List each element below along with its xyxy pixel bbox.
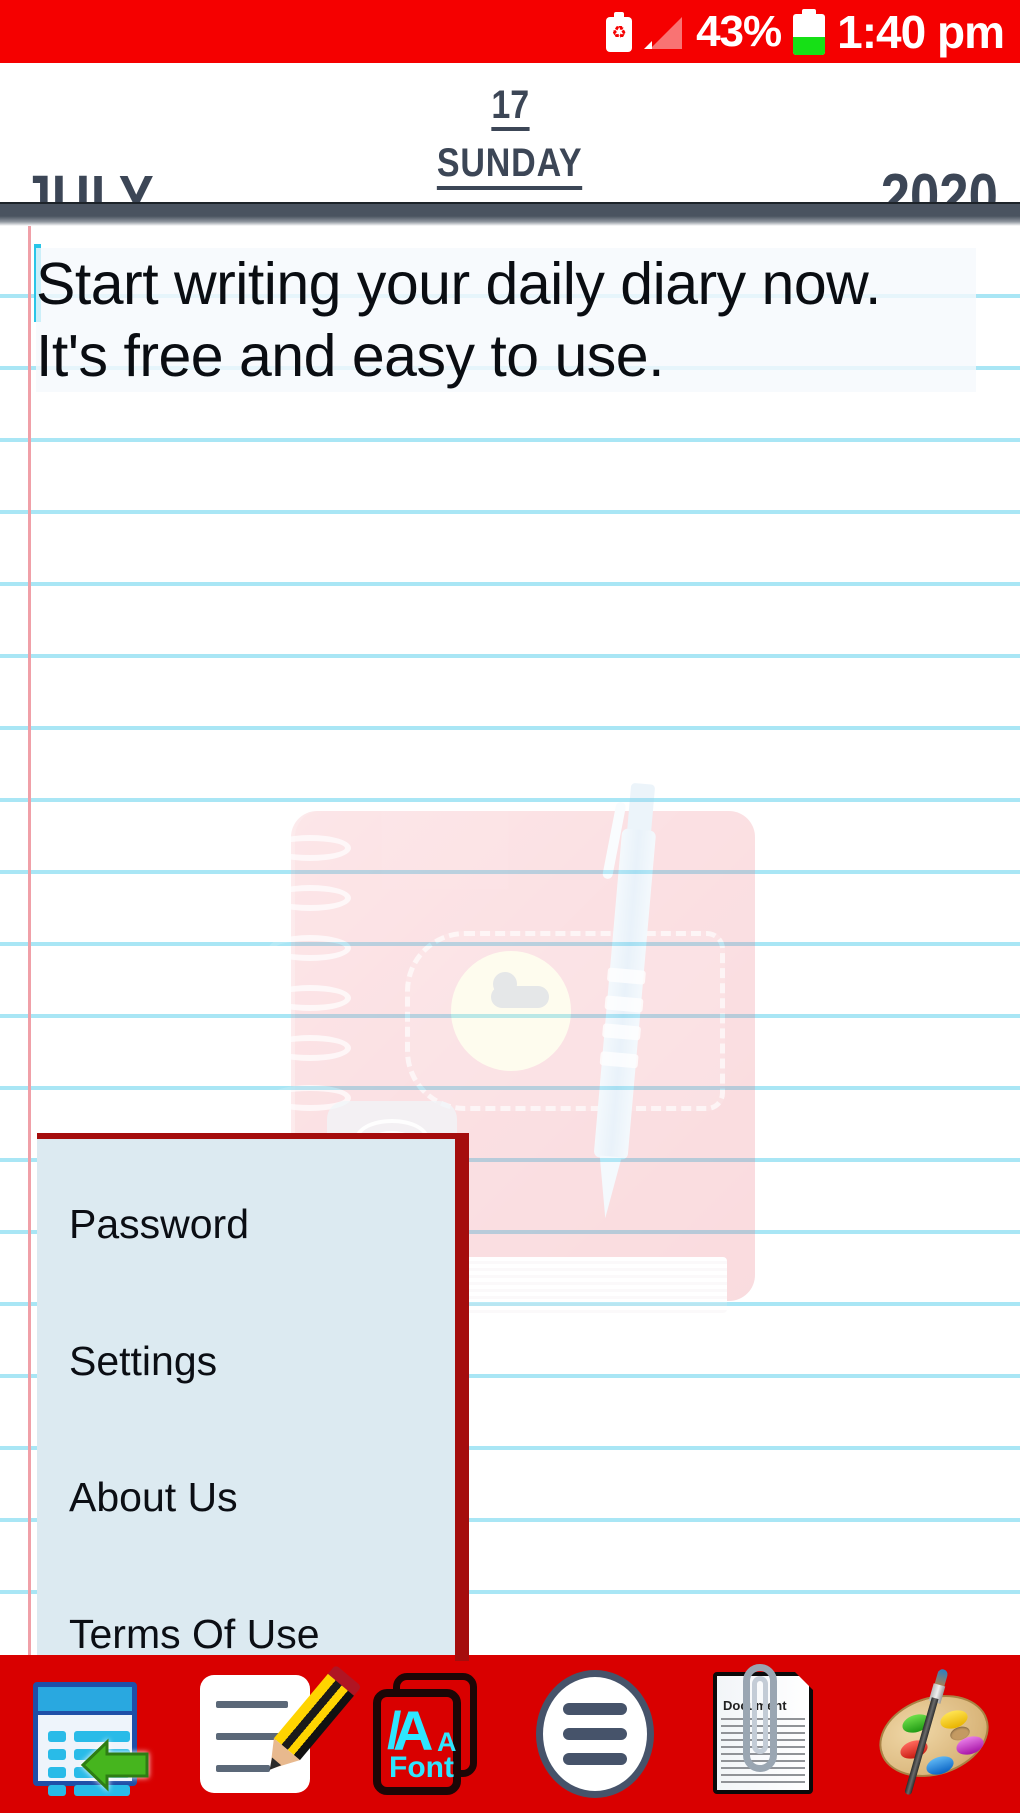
- app-screen: ♻ 43% 1:40 pm JULY 17 SUNDAY 2020 Start …: [0, 0, 1020, 1813]
- battery-icon: [793, 8, 826, 55]
- margin-line: [28, 226, 31, 1656]
- header-divider: [0, 202, 1020, 226]
- clock-label: 1:40 pm: [837, 5, 1005, 58]
- menu-item-settings[interactable]: Settings: [69, 1338, 217, 1385]
- date-center-group: 17 SUNDAY: [0, 85, 1020, 190]
- bottom-toolbar: / A A Font Document: [0, 1655, 1020, 1813]
- note-pencil-icon: [200, 1664, 362, 1793]
- menu-button[interactable]: [529, 1668, 661, 1800]
- font-button[interactable]: / A A Font: [359, 1668, 491, 1800]
- hamburger-menu-icon: [536, 1670, 654, 1798]
- battery-saver-icon: ♻: [606, 11, 633, 52]
- paint-palette-icon: [868, 1668, 1000, 1797]
- font-word-label: Font: [389, 1751, 454, 1784]
- list-back-icon: [27, 1678, 149, 1796]
- back-arrow-icon: [80, 1738, 149, 1792]
- menu-item-about-us[interactable]: About Us: [69, 1474, 238, 1521]
- theme-button[interactable]: [868, 1668, 1001, 1800]
- day-number-label[interactable]: 17: [491, 85, 529, 131]
- font-icon: / A A Font: [369, 1673, 481, 1795]
- weekday-label[interactable]: SUNDAY: [437, 143, 583, 190]
- signal-bars-icon: [644, 13, 684, 51]
- options-dropdown-menu[interactable]: Password Settings About Us Terms Of Use: [37, 1133, 469, 1661]
- menu-item-password[interactable]: Password: [69, 1201, 249, 1248]
- status-bar: ♻ 43% 1:40 pm: [0, 0, 1020, 63]
- document-clip-icon: Document: [713, 1664, 819, 1796]
- document-button[interactable]: Document: [699, 1664, 831, 1800]
- entries-list-button[interactable]: [19, 1668, 151, 1800]
- editor-placeholder-text[interactable]: Start writing your daily diary now. It's…: [36, 248, 976, 392]
- menu-item-terms-of-use[interactable]: Terms Of Use: [69, 1611, 320, 1658]
- new-entry-button[interactable]: [189, 1664, 362, 1800]
- battery-percent-label: 43%: [696, 6, 782, 56]
- date-header: JULY 17 SUNDAY 2020: [0, 63, 1020, 238]
